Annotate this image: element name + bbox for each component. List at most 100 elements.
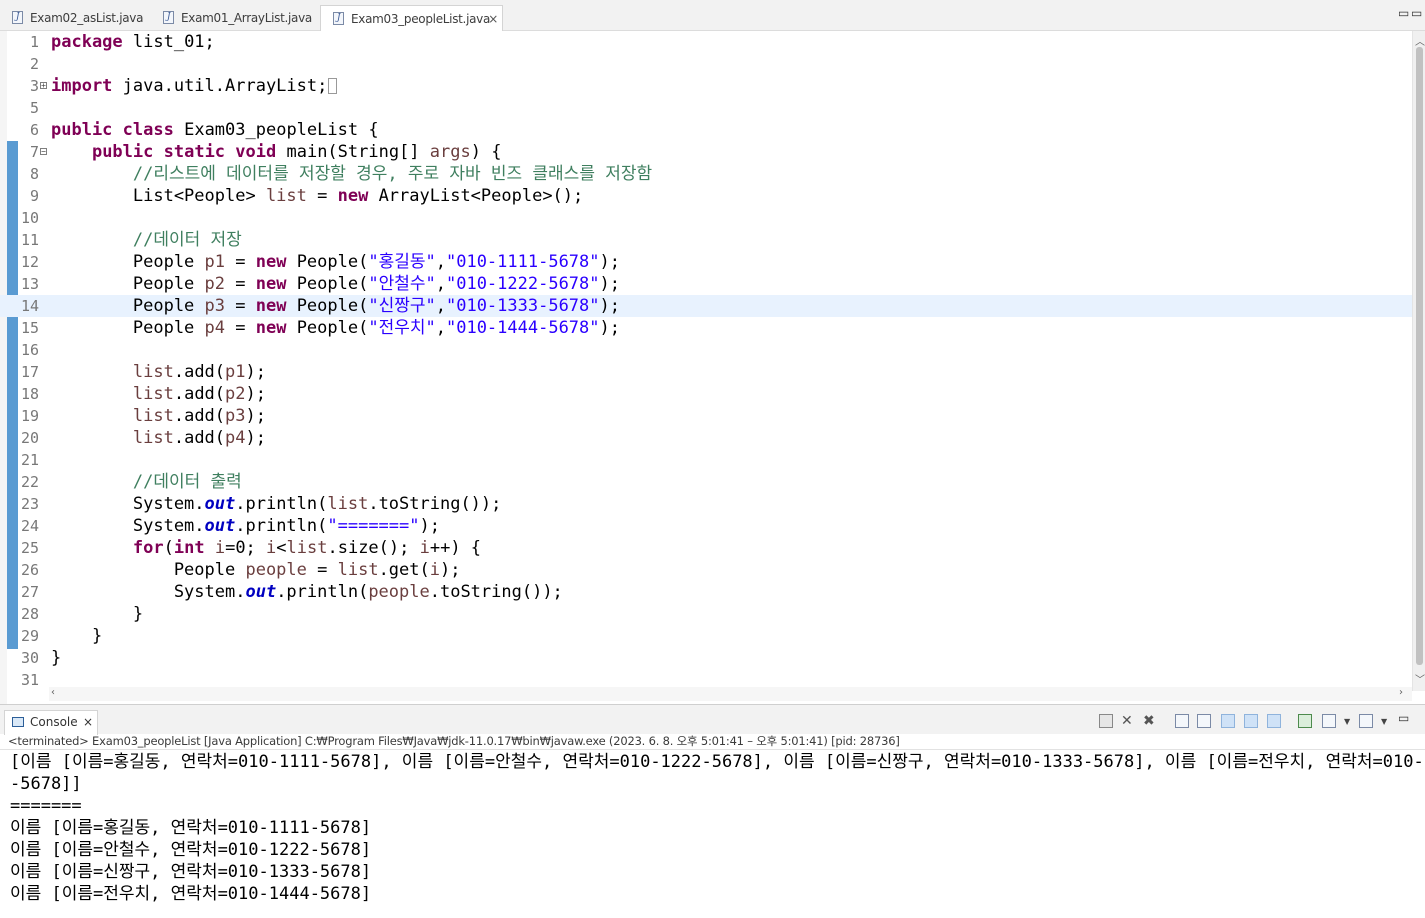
chevron-down-icon[interactable]: ▼ <box>1381 717 1389 731</box>
code-line[interactable]: 17 list.add(p1); <box>0 361 1412 383</box>
line-number: 20 <box>20 429 39 447</box>
line-number: 19 <box>20 407 39 425</box>
code-line[interactable]: 24 System.out.println("======="); <box>0 515 1412 537</box>
console-output[interactable]: [이름 [이름=홍길동, 연락처=010-1111-5678], 이름 [이름=… <box>0 751 1425 918</box>
code-line[interactable]: 8 //리스트에 데이터를 저장할 경우, 주로 자바 빈즈 클래스를 저장함 <box>0 163 1412 185</box>
line-number: 30 <box>20 649 39 667</box>
code-line[interactable]: 10 <box>0 207 1412 229</box>
code-text: } <box>51 648 62 668</box>
line-number: 23 <box>20 495 39 513</box>
minimize-view-button[interactable]: ▭ <box>1398 6 1409 20</box>
code-line[interactable]: 30} <box>0 647 1412 669</box>
code-line[interactable]: 22 //데이터 출력 <box>0 471 1412 493</box>
tab-exam03-peoplelist[interactable]: J Exam03_peopleList.java × <box>320 5 503 31</box>
code-text: for(int i=0; i<list.size(); i++) { <box>132 538 482 558</box>
line-number: 18 <box>20 385 39 403</box>
vertical-scrollbar[interactable]: ︿ ﹀ <box>1412 31 1425 691</box>
code-line[interactable]: 12 People p1 = new People("홍길동","010-111… <box>0 251 1412 273</box>
remove-all-terminated-icon[interactable]: ✖ <box>1143 714 1157 728</box>
code-line[interactable]: 11 //데이터 저장 <box>0 229 1412 251</box>
close-console-icon[interactable]: × <box>83 711 93 734</box>
code-line[interactable]: 3 + import java.util.ArrayList; <box>0 75 1412 97</box>
code-line[interactable]: 18 list.add(p2); <box>0 383 1412 405</box>
terminate-icon[interactable] <box>1099 714 1113 728</box>
line-number: 17 <box>20 363 39 381</box>
scroll-thumb[interactable] <box>1416 47 1423 665</box>
code-text: import java.util.ArrayList; <box>51 75 338 97</box>
horizontal-scrollbar[interactable]: ‹ › <box>49 687 1412 701</box>
line-number: 31 <box>20 671 39 689</box>
show-on-stderr-icon[interactable] <box>1267 714 1281 728</box>
clear-console-icon[interactable] <box>1175 714 1189 728</box>
scroll-right-icon[interactable]: › <box>1399 687 1403 698</box>
code-line[interactable]: 13 People p2 = new People("안철수","010-122… <box>0 273 1412 295</box>
code-line[interactable]: 14 People p3 = new People("신짱구","010-133… <box>0 295 1412 317</box>
code-line[interactable]: 21 <box>0 449 1412 471</box>
code-line[interactable]: 2 <box>0 53 1412 75</box>
line-number: 28 <box>20 605 39 623</box>
code-line[interactable]: 27 System.out.println(people.toString())… <box>0 581 1412 603</box>
tab-exam01-arraylist[interactable]: J Exam01_ArrayList.java <box>151 5 325 31</box>
code-line[interactable]: 23 System.out.println(list.toString()); <box>0 493 1412 515</box>
line-number: 16 <box>20 341 39 359</box>
tab-label: Exam03_peopleList.java <box>351 12 491 26</box>
line-number: 14 <box>20 297 39 315</box>
tab-console[interactable]: Console × <box>4 710 98 735</box>
code-line[interactable]: 28 } <box>0 603 1412 625</box>
tab-label: Exam01_ArrayList.java <box>181 11 312 25</box>
code-line[interactable]: 6 public class Exam03_peopleList { <box>0 119 1412 141</box>
tab-exam02-aslist[interactable]: J Exam02_asList.java <box>0 5 150 31</box>
code-line[interactable]: 20 list.add(p4); <box>0 427 1412 449</box>
code-line[interactable]: 9 List<People> list = new ArrayList<Peop… <box>0 185 1412 207</box>
console-output-line: ======= <box>10 796 82 816</box>
close-tab-icon[interactable]: × <box>488 6 498 32</box>
console-icon <box>12 717 24 727</box>
code-text: People p1 = new People("홍길동","010-1111-5… <box>51 252 620 272</box>
scroll-lock-icon[interactable] <box>1197 714 1211 728</box>
display-console-icon[interactable] <box>1322 714 1336 728</box>
code-text: list.add(p4); <box>132 428 266 448</box>
code-line[interactable]: 19 list.add(p3); <box>0 405 1412 427</box>
code-line[interactable]: 5 <box>0 97 1412 119</box>
code-line[interactable]: 15 People p4 = new People("전우치","010-144… <box>0 317 1412 339</box>
code-line[interactable]: 26 People people = list.get(i); <box>0 559 1412 581</box>
line-number: 11 <box>20 231 39 249</box>
code-editor[interactable]: 1 package list_01; 2 3 + import java.util.Arr… <box>0 31 1425 704</box>
java-file-icon: J <box>12 11 23 24</box>
pin-console-icon[interactable] <box>1298 714 1312 728</box>
code-text: } <box>51 626 103 646</box>
line-number: 8 <box>29 165 39 183</box>
code-line[interactable]: 16 <box>0 339 1412 361</box>
word-wrap-icon[interactable] <box>1221 714 1235 728</box>
console-toolbar: Console × ✕ ✖ ▼ ▼ ▭ <box>0 704 1425 735</box>
collapse-fold-icon[interactable]: − <box>40 148 47 156</box>
code-line[interactable]: 29 } <box>0 625 1412 647</box>
code-text: //데이터 저장 <box>132 230 242 250</box>
chevron-down-icon[interactable]: ▼ <box>1344 717 1352 731</box>
console-output-line: 이름 [이름=전우치, 연락처=010-1444-5678] <box>10 884 372 904</box>
line-number: 2 <box>29 55 39 73</box>
show-on-stdout-icon[interactable] <box>1244 714 1258 728</box>
code-line[interactable]: 1 package list_01; <box>0 31 1412 53</box>
line-number: 21 <box>20 451 39 469</box>
code-text: list.add(p1); <box>132 362 266 382</box>
line-number: 27 <box>20 583 39 601</box>
open-console-icon[interactable] <box>1359 714 1373 728</box>
minimize-console-button[interactable]: ▭ <box>1398 711 1409 725</box>
expand-fold-icon[interactable]: + <box>40 82 47 90</box>
line-number: 15 <box>20 319 39 337</box>
console-output-line: 이름 [이름=안철수, 연락처=010-1222-5678] <box>10 840 372 860</box>
code-text: People p2 = new People("안철수","010-1222-5… <box>51 274 620 294</box>
editor-tab-bar: J Exam02_asList.java J Exam01_ArrayList.… <box>0 0 1425 31</box>
code-text: } <box>51 604 144 624</box>
scroll-up-icon[interactable]: ︿ <box>1415 33 1425 48</box>
scroll-left-icon[interactable]: ‹ <box>51 687 55 698</box>
code-line[interactable]: 7− public static void main(String[] args… <box>0 141 1412 163</box>
line-number: 24 <box>20 517 39 535</box>
scroll-down-icon[interactable]: ﹀ <box>1415 671 1425 686</box>
code-text: System.out.println(people.toString()); <box>51 582 563 602</box>
line-number: 5 <box>29 99 39 117</box>
maximize-view-button[interactable]: ▭ <box>1411 6 1422 20</box>
code-line[interactable]: 25 for(int i=0; i<list.size(); i++) { <box>0 537 1412 559</box>
remove-launch-icon[interactable]: ✕ <box>1121 714 1135 728</box>
